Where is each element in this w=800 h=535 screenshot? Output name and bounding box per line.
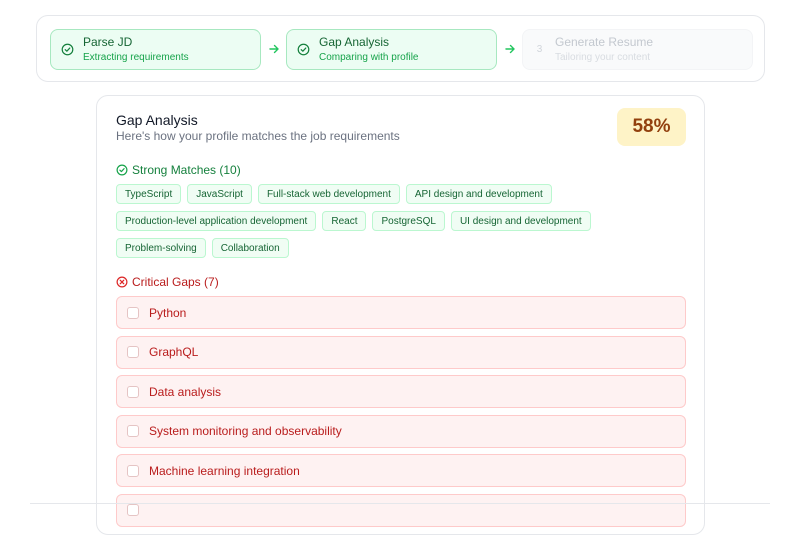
gap-analysis-card: Gap Analysis Here's how your profile mat… xyxy=(96,95,705,535)
arrow-right-icon xyxy=(505,44,515,54)
step-title: Generate Resume xyxy=(555,34,654,49)
gap-checkbox[interactable] xyxy=(127,464,139,477)
gap-checkbox[interactable] xyxy=(127,504,139,516)
gap-checkbox[interactable] xyxy=(127,346,139,358)
check-circle-icon xyxy=(61,43,74,56)
match-chip: PostgreSQL xyxy=(372,211,445,231)
step-title: Gap Analysis xyxy=(319,34,390,49)
step-subtitle: Comparing with profile xyxy=(319,51,419,63)
gap-checkbox[interactable] xyxy=(127,425,139,437)
match-chip: API design and development xyxy=(405,184,552,204)
check-circle-icon xyxy=(297,43,310,56)
match-chip: UI design and development xyxy=(450,211,591,231)
strong-matches-heading: Strong Matches (10) xyxy=(116,163,241,177)
step-subtitle: Extracting requirements xyxy=(83,51,189,63)
step-parse-jd[interactable]: Parse JD Extracting requirements xyxy=(50,29,261,70)
match-chip: JavaScript xyxy=(187,184,252,204)
match-chip: Problem-solving xyxy=(116,238,206,258)
card-title: Gap Analysis xyxy=(116,112,198,128)
check-circle-icon xyxy=(116,164,128,176)
match-chip: Production-level application development xyxy=(116,211,317,231)
gap-label: Data analysis xyxy=(149,384,222,399)
step-gap-analysis[interactable]: Gap Analysis Comparing with profile xyxy=(286,29,497,70)
gap-item[interactable]: GraphQL xyxy=(116,335,686,369)
arrow-right-icon xyxy=(269,44,279,54)
gap-checkbox[interactable] xyxy=(127,385,139,398)
critical-gaps-label: Critical Gaps (7) xyxy=(132,275,219,289)
gap-label: Machine learning integration xyxy=(149,463,300,478)
gap-label: GraphQL xyxy=(149,345,199,359)
match-chip: Collaboration xyxy=(211,238,289,258)
step-title: Parse JD xyxy=(83,34,133,49)
gap-item[interactable]: Python xyxy=(116,296,686,329)
step-number: 3 xyxy=(536,44,543,55)
match-score-badge: 58% xyxy=(617,108,686,146)
gap-label: System monitoring and observability xyxy=(149,424,342,438)
progress-stepper: Parse JD Extracting requirements Gap Ana… xyxy=(36,15,765,82)
gap-item[interactable] xyxy=(116,493,686,527)
gap-item[interactable]: System monitoring and observability xyxy=(116,414,686,448)
card-subtitle: Here's how your profile matches the job … xyxy=(116,129,400,143)
strong-matches-list: TypeScript JavaScript Full-stack web dev… xyxy=(116,184,686,258)
x-circle-icon xyxy=(116,276,128,288)
gap-checkbox[interactable] xyxy=(127,306,139,319)
gap-label: Python xyxy=(149,305,187,320)
gap-item[interactable]: Machine learning integration xyxy=(116,454,686,487)
match-chip: Full-stack web development xyxy=(257,184,400,204)
critical-gaps-list: Python GraphQL Data analysis System moni… xyxy=(116,296,686,533)
step-generate-resume[interactable]: 3 Generate Resume Tailoring your content xyxy=(522,29,753,70)
step-subtitle: Tailoring your content xyxy=(555,51,651,63)
match-chip: React xyxy=(322,211,367,231)
match-chip: TypeScript xyxy=(116,184,182,204)
divider xyxy=(30,503,770,504)
critical-gaps-heading: Critical Gaps (7) xyxy=(116,275,219,289)
gap-item[interactable]: Data analysis xyxy=(116,375,686,408)
strong-matches-label: Strong Matches (10) xyxy=(132,163,241,177)
